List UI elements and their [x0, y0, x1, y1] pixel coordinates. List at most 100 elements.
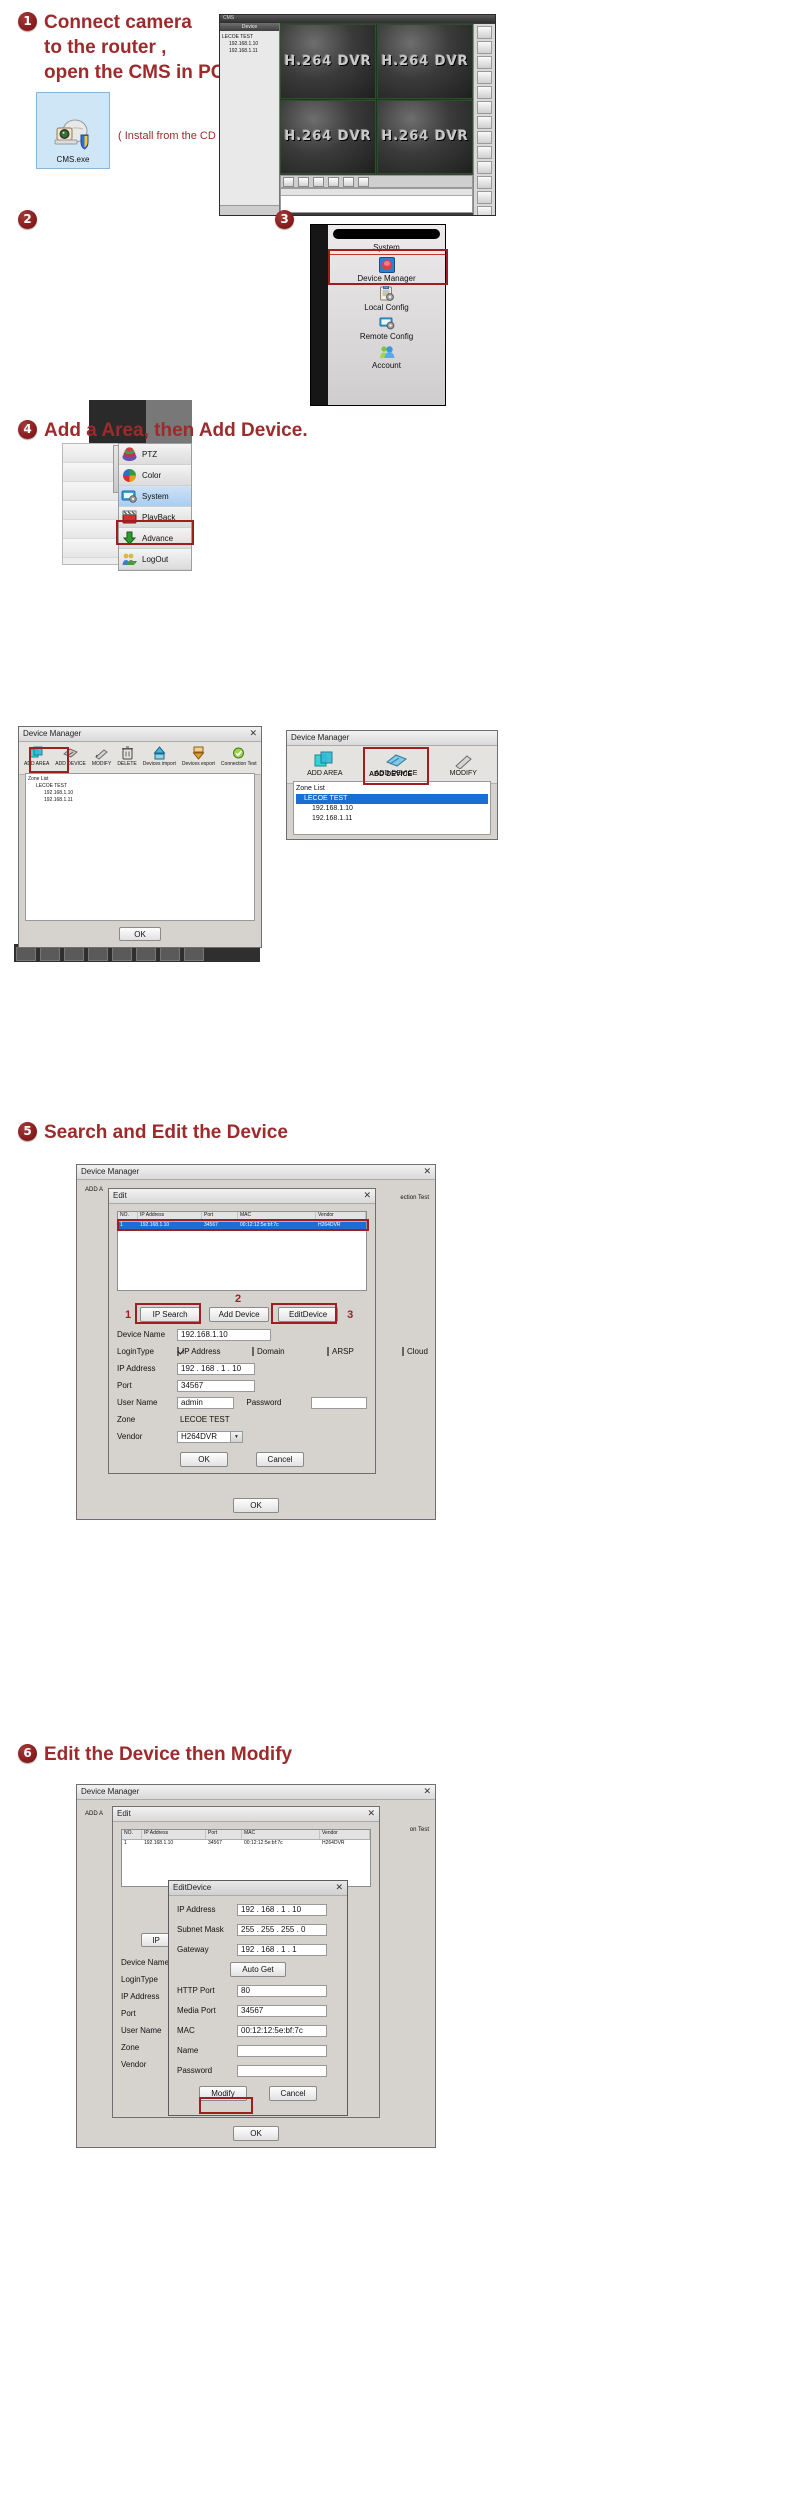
toolbar-devices-import[interactable]: Devices import [140, 746, 179, 767]
system-item-remote-config[interactable]: Remote Config [328, 313, 445, 342]
editdevice-cancel-button[interactable]: Cancel [269, 2086, 317, 2101]
menu-item-advance[interactable]: Advance [119, 528, 191, 549]
device-search-table[interactable]: NO. IP Address Port MAC Vendor 1 192.168… [121, 1829, 371, 1887]
toolbar-icon[interactable] [477, 71, 492, 84]
toolbar-add-area[interactable]: ADD AREA [21, 746, 52, 767]
video-cell[interactable]: H.264 DVR [280, 99, 376, 174]
password-input[interactable] [311, 1396, 367, 1409]
toolbar-devices-export[interactable]: Devices export [179, 746, 218, 767]
ok-button[interactable]: OK [119, 927, 161, 941]
toolbar-icon[interactable] [477, 206, 492, 215]
modify-button[interactable]: Modify [199, 2086, 247, 2101]
edit-ok-button[interactable]: OK [180, 1452, 228, 1467]
tree-device[interactable]: 192.168.1.11 [296, 814, 488, 824]
ip-address-input[interactable]: 192 . 168 . 1 . 10 [237, 1903, 327, 1916]
zone-tree-left[interactable]: Zone List LECOE TEST 192.168.1.10 192.16… [25, 773, 255, 921]
http-port-input[interactable]: 80 [237, 1984, 327, 1997]
cms-desktop-icon[interactable]: CMS.exe [36, 92, 110, 169]
toolbar-add-area[interactable]: ADD AREA [307, 751, 343, 777]
system-item-account[interactable]: Account [328, 342, 445, 371]
fullscreen-icon[interactable] [358, 177, 369, 187]
toolbar-icon[interactable] [477, 131, 492, 144]
toolbar-icon[interactable] [477, 101, 492, 114]
close-icon[interactable]: ✕ [423, 1166, 431, 1177]
subnet-mask-input[interactable]: 255 . 255 . 255 . 0 [237, 1923, 327, 1936]
cms-layout-toolbar[interactable] [280, 175, 473, 188]
menu-item-color[interactable]: Color [119, 465, 191, 486]
dm-ok-button[interactable]: OK [233, 2126, 279, 2141]
toolbar-connection-test[interactable]: Connection Test [218, 746, 260, 767]
menu-item-system[interactable]: System [119, 486, 191, 507]
edit-device-button[interactable]: EditDevice [278, 1307, 339, 1322]
tree-root[interactable]: Zone List [28, 776, 252, 783]
toolbar-icon[interactable] [477, 116, 492, 129]
zone-tree-right[interactable]: Zone List LECOE TEST 192.168.1.10 192.16… [293, 781, 491, 835]
media-port-input[interactable]: 34567 [237, 2004, 327, 2017]
logintype-domain-checkbox[interactable] [252, 1347, 254, 1356]
toolbar-icon[interactable] [477, 26, 492, 39]
auto-get-button[interactable]: Auto Get [230, 1962, 286, 1977]
toolbar-icon[interactable] [477, 191, 492, 204]
username-input[interactable]: admin [177, 1396, 235, 1409]
device-name-input[interactable]: 192.168.1.10 [177, 1328, 271, 1341]
system-item-device-manager[interactable]: Device Manager [328, 255, 445, 284]
video-cell[interactable]: H.264 DVR [377, 24, 473, 99]
toolbar-icon[interactable] [477, 176, 492, 189]
tree-item[interactable]: 192.168.1.10 [222, 41, 277, 48]
context-menu[interactable]: PTZ Color System PlayBack Advance LogOut [118, 443, 192, 571]
toolbar-modify[interactable]: MODIFY [450, 751, 477, 777]
logintype-ip-checkbox[interactable] [177, 1347, 179, 1356]
layout-4-icon[interactable] [298, 177, 309, 187]
menu-item-ptz[interactable]: PTZ [119, 444, 191, 465]
ip-address-input[interactable]: 192 . 168 . 1 . 10 [177, 1362, 255, 1375]
close-icon[interactable]: ✕ [423, 1786, 431, 1797]
toolbar-icon[interactable] [477, 146, 492, 159]
layout-9-icon[interactable] [328, 177, 339, 187]
chevron-down-icon[interactable]: ▼ [230, 1431, 242, 1442]
toolbar-modify[interactable]: MODIFY [89, 746, 114, 767]
tree-root[interactable]: Zone List [296, 784, 488, 794]
layout-16-icon[interactable] [343, 177, 354, 187]
close-icon[interactable]: ✕ [363, 1190, 371, 1201]
dm-ok-button[interactable]: OK [233, 1498, 279, 1513]
close-icon[interactable]: ✕ [367, 1808, 375, 1819]
ip-search-button[interactable]: IP Search [140, 1307, 201, 1322]
toolbar-icon[interactable] [477, 41, 492, 54]
video-cell[interactable]: H.264 DVR [377, 99, 473, 174]
device-search-table[interactable]: NO. IP Address Port MAC Vendor 1 192.168… [117, 1211, 367, 1291]
tree-item[interactable]: 192.168.1.11 [222, 48, 277, 55]
system-item-local-config[interactable]: Local Config [328, 284, 445, 313]
table-row[interactable]: 1 192.168.1.10 34567 00:12:12:5e:bf:7c H… [118, 1222, 366, 1231]
toolbar-icon[interactable] [477, 161, 492, 174]
mac-input[interactable]: 00:12:12:5e:bf:7c [237, 2024, 327, 2037]
logintype-arsp-checkbox[interactable] [327, 1347, 329, 1356]
tree-device[interactable]: 192.168.1.10 [28, 790, 252, 797]
tree-device[interactable]: 192.168.1.10 [296, 804, 488, 814]
close-icon[interactable]: ✕ [335, 1882, 343, 1893]
toolbar-icon[interactable] [477, 86, 492, 99]
toolbar-icon[interactable] [477, 56, 492, 69]
tree-device[interactable]: 192.168.1.11 [28, 797, 252, 804]
close-icon[interactable]: ✕ [249, 728, 257, 739]
toolbar-delete[interactable]: DELETE [114, 746, 139, 767]
cms-right-toolbar[interactable] [473, 24, 495, 215]
tree-root[interactable]: LECOE TEST [222, 34, 277, 41]
ip-search-button[interactable]: IP [141, 1933, 171, 1947]
device-manager-toolbar[interactable]: ADD AREA ADD DEVICE MODIFY [19, 742, 261, 775]
tree-area[interactable]: LECOE TEST [28, 783, 252, 790]
port-input[interactable]: 34567 [177, 1379, 255, 1392]
layout-6-icon[interactable] [313, 177, 324, 187]
name-input[interactable] [237, 2044, 327, 2057]
logintype-cloud-checkbox[interactable] [402, 1347, 404, 1356]
password-input[interactable] [237, 2064, 327, 2077]
vendor-select[interactable]: H264DVR ▼ [177, 1430, 243, 1443]
add-device-button[interactable]: Add Device [209, 1307, 270, 1322]
cms-device-tree[interactable]: LECOE TEST 192.168.1.10 192.168.1.11 [220, 31, 279, 58]
menu-item-playback[interactable]: PlayBack [119, 507, 191, 528]
device-manager-toolbar[interactable]: ADD AREA ADD DEVICE MODIFY [287, 746, 497, 784]
table-row[interactable]: 1 192.168.1.10 34567 00:12:12:5e:bf:7c H… [122, 1840, 370, 1849]
menu-item-logout[interactable]: LogOut [119, 549, 191, 570]
layout-1-icon[interactable] [283, 177, 294, 187]
gateway-input[interactable]: 192 . 168 . 1 . 1 [237, 1943, 327, 1956]
toolbar-add-device[interactable]: ADD DEVICE [52, 746, 89, 767]
